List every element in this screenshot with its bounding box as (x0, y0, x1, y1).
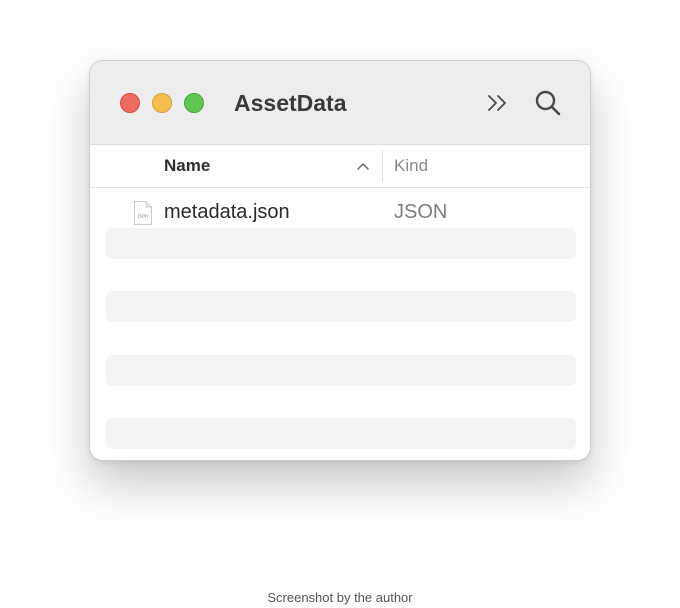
zoom-button[interactable] (184, 93, 204, 113)
column-header-kind[interactable]: Kind (394, 155, 428, 177)
search-button[interactable] (532, 87, 564, 119)
column-header-name[interactable]: Name (164, 155, 210, 177)
chevron-up-icon[interactable] (355, 159, 371, 173)
close-button[interactable] (120, 93, 140, 113)
finder-window: AssetData Name Kind json metadata.json J… (89, 60, 591, 461)
empty-row-stripe (106, 355, 576, 386)
file-name: metadata.json (164, 201, 290, 223)
magnifying-glass-icon (535, 90, 561, 116)
empty-row-stripe (106, 228, 576, 259)
file-icon-label: json (137, 214, 148, 220)
file-kind: JSON (394, 201, 448, 223)
file-row[interactable]: json metadata.json JSON (90, 189, 590, 227)
window-titlebar: AssetData (90, 61, 590, 145)
toolbar-overflow-button[interactable] (485, 89, 511, 117)
column-divider[interactable] (382, 150, 383, 182)
minimize-button[interactable] (152, 93, 172, 113)
json-file-icon: json (134, 201, 152, 225)
column-header-row: Name Kind (90, 145, 590, 188)
screenshot-stage: AssetData Name Kind json metadata.json J… (0, 0, 680, 608)
double-chevron-right-icon (488, 95, 506, 111)
empty-row-stripe (106, 291, 576, 322)
image-caption: Screenshot by the author (267, 590, 413, 605)
empty-row-stripe (106, 418, 576, 449)
window-title: AssetData (234, 90, 347, 116)
